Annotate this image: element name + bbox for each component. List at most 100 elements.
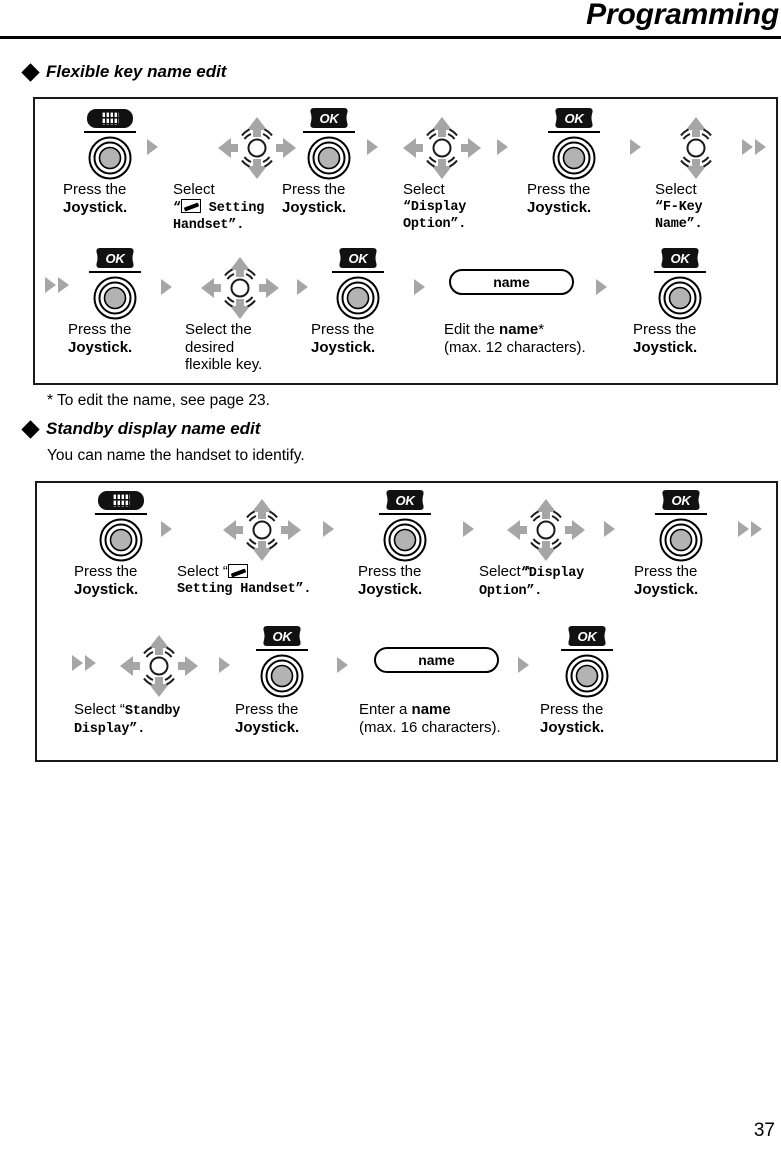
ok-cap-icon: OK xyxy=(552,108,596,128)
joystick-4way-icon[interactable] xyxy=(507,499,585,561)
step-caption: Select “Display Option”. xyxy=(403,181,467,232)
ok-cap-icon: OK xyxy=(93,248,137,268)
flow-arrow-icon xyxy=(604,521,615,537)
ok-key-icon[interactable]: OK xyxy=(83,247,147,320)
flow-arrow-icon xyxy=(297,279,308,295)
ok-key-icon[interactable]: OK xyxy=(373,489,437,562)
footnote-text: * To edit the name, see page 23. xyxy=(47,392,270,409)
step-caption: Edit the name* (max. 12 characters). xyxy=(444,321,586,356)
flow-diagram-standby-display: Press the Joystick. Select “ Setting Han… xyxy=(35,481,778,762)
step-caption: Press the Joystick. xyxy=(633,321,698,356)
key-underline xyxy=(303,131,355,133)
key-underline xyxy=(84,131,136,133)
page-header: Programming xyxy=(0,0,781,40)
key-underline xyxy=(256,649,308,651)
flow-diagram-flexible-key: Press the Joystick. Select “ Setting Han… xyxy=(33,97,778,385)
pencil-icon xyxy=(227,564,248,578)
name-input-field[interactable]: name xyxy=(374,647,499,673)
ok-key-icon[interactable]: OK xyxy=(555,625,619,698)
section-heading-flexible-key: Flexible key name edit xyxy=(21,62,226,82)
step-caption: Select the desired flexible key. xyxy=(185,321,263,373)
step-caption: Select “F-Key Name”. xyxy=(655,181,703,232)
step-caption: Select “ Setting Handset”. xyxy=(173,181,265,233)
ok-cap-icon: OK xyxy=(383,490,427,510)
ok-key-icon[interactable]: OK xyxy=(326,247,390,320)
ok-key-icon[interactable]: OK xyxy=(649,489,713,562)
flow-arrow-double-icon xyxy=(45,277,71,293)
key-underline xyxy=(379,513,431,515)
step-caption: Press the Joystick. xyxy=(282,181,347,216)
key-underline xyxy=(89,271,141,273)
step-caption: Press the Joystick. xyxy=(235,701,300,736)
key-underline xyxy=(655,513,707,515)
flow-arrow-icon xyxy=(630,139,641,155)
joystick-round-key-icon xyxy=(307,136,351,180)
section-heading-label: Standby display name edit xyxy=(46,419,261,438)
step-caption: Press the Joystick. xyxy=(63,181,128,216)
ok-cap-icon: OK xyxy=(307,108,351,128)
joystick-4way-icon[interactable] xyxy=(403,117,481,179)
flow-arrow-icon xyxy=(367,139,378,155)
flow-arrow-icon xyxy=(161,521,172,537)
joystick-round-key-icon xyxy=(99,518,143,562)
key-underline xyxy=(548,131,600,133)
page-title: Programming xyxy=(586,0,779,31)
joystick-round-key-icon xyxy=(565,654,609,698)
ok-key-icon[interactable]: OK xyxy=(542,107,606,180)
name-input-field[interactable]: name xyxy=(449,269,574,295)
ok-cap-icon: OK xyxy=(658,248,702,268)
flow-arrow-double-icon xyxy=(72,655,98,671)
flow-arrow-double-icon xyxy=(738,521,764,537)
step-caption: Press the Joystick. xyxy=(540,701,605,736)
joystick-round-key-icon xyxy=(88,136,132,180)
flow-arrow-icon xyxy=(147,139,158,155)
ok-cap-icon: OK xyxy=(260,626,304,646)
joystick-4way-icon[interactable] xyxy=(120,635,198,697)
step-caption: Press the Joystick. xyxy=(68,321,133,356)
joystick-4way-icon[interactable] xyxy=(223,499,301,561)
ok-cap-icon: OK xyxy=(565,626,609,646)
step-caption: Select ““Display Option”. xyxy=(479,563,585,599)
step-caption: Press the Joystick. xyxy=(358,563,423,598)
joystick-round-key-icon xyxy=(658,276,702,320)
step-caption: Press the Joystick. xyxy=(311,321,376,356)
step-caption: Select “Select “StandbyStandby Display”. xyxy=(74,701,181,737)
step-caption: Press the Joystick. xyxy=(527,181,592,216)
step-caption: Select “ Setting Handset”. xyxy=(177,563,312,597)
menu-key-icon[interactable] xyxy=(89,489,153,562)
joystick-round-key-icon xyxy=(336,276,380,320)
pencil-icon xyxy=(180,198,201,213)
flow-arrow-icon xyxy=(518,657,529,673)
ok-key-icon[interactable]: OK xyxy=(648,247,712,320)
ok-key-icon[interactable]: OK xyxy=(250,625,314,698)
flow-arrow-icon xyxy=(497,139,508,155)
joystick-round-key-icon xyxy=(552,136,596,180)
section-heading-standby-display: Standby display name edit xyxy=(21,419,261,439)
diamond-bullet-icon xyxy=(21,62,40,82)
joystick-2way-icon[interactable] xyxy=(665,117,727,179)
header-divider xyxy=(0,36,781,39)
ok-cap-icon: OK xyxy=(659,490,703,510)
key-underline xyxy=(654,271,706,273)
flow-arrow-icon xyxy=(414,279,425,295)
ok-key-icon[interactable]: OK xyxy=(297,107,361,180)
flow-arrow-icon xyxy=(596,279,607,295)
key-underline xyxy=(561,649,613,651)
menu-cap-icon xyxy=(98,490,144,510)
flow-arrow-double-icon xyxy=(742,139,768,155)
step-caption: Press the Joystick. xyxy=(634,563,699,598)
menu-key-icon[interactable] xyxy=(78,107,142,180)
joystick-round-key-icon xyxy=(659,518,703,562)
name-pill-label: name xyxy=(493,274,530,290)
section-intro-text: You can name the handset to identify. xyxy=(47,447,305,464)
flow-arrow-icon xyxy=(161,279,172,295)
joystick-round-key-icon xyxy=(383,518,427,562)
key-underline xyxy=(332,271,384,273)
name-pill-label: name xyxy=(418,652,455,668)
joystick-4way-icon[interactable] xyxy=(201,257,279,319)
page-number: 37 xyxy=(753,1120,775,1141)
step-caption: Enter a name (max. 16 characters). xyxy=(359,701,501,736)
flow-arrow-icon xyxy=(284,139,295,155)
joystick-round-key-icon xyxy=(260,654,304,698)
joystick-round-key-icon xyxy=(93,276,137,320)
